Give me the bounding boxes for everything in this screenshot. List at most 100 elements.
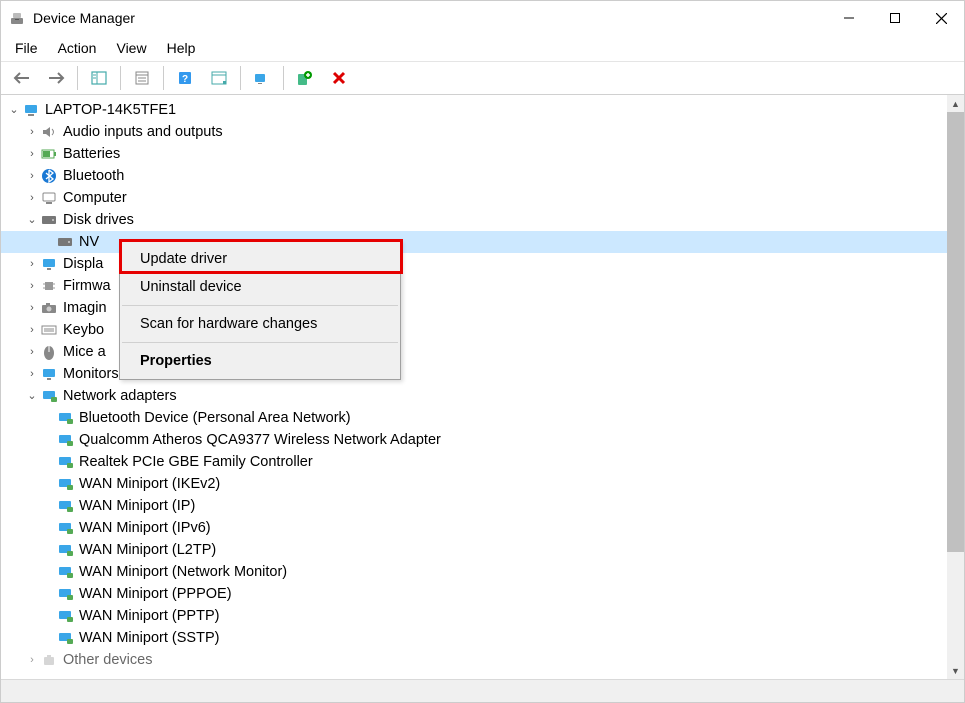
add-legacy-hardware-button[interactable] [290,63,320,93]
disk-icon [41,212,57,228]
expand-icon[interactable]: › [25,653,39,667]
camera-icon [41,300,57,316]
ctx-update-driver[interactable]: Update driver [120,245,400,273]
tree-label: Displa [63,253,103,275]
tree-label: Firmwa [63,275,111,297]
expand-icon[interactable]: › [25,301,39,315]
monitor-icon [41,366,57,382]
tree-label: LAPTOP-14K5TFE1 [45,99,176,121]
tree-label: NV [79,231,99,253]
close-button[interactable] [918,1,964,35]
ctx-separator [122,342,398,343]
network-adapter-item[interactable]: WAN Miniport (L2TP) [1,539,947,561]
expand-icon[interactable]: › [25,125,39,139]
tree-label: Computer [63,187,127,209]
network-adapter-item[interactable]: WAN Miniport (IPv6) [1,517,947,539]
tree-label: Batteries [63,143,120,165]
properties-button[interactable] [127,63,157,93]
ctx-uninstall-device[interactable]: Uninstall device [120,273,400,301]
category-disk-drives[interactable]: ⌄ Disk drives [1,209,947,231]
scroll-thumb[interactable] [947,112,964,552]
network-adapter-icon [57,432,73,448]
menu-help[interactable]: Help [157,38,206,58]
maximize-button[interactable] [872,1,918,35]
network-adapter-item[interactable]: WAN Miniport (IP) [1,495,947,517]
other-devices-icon [41,652,57,668]
network-adapter-item[interactable]: WAN Miniport (PPTP) [1,605,947,627]
show-hide-console-tree-button[interactable] [84,63,114,93]
help-button[interactable]: ? [170,63,200,93]
keyboard-icon [41,322,57,338]
tree-root[interactable]: ⌄ LAPTOP-14K5TFE1 [1,99,947,121]
menu-file[interactable]: File [5,38,48,58]
tree-label: Bluetooth [63,165,124,187]
scroll-up-button[interactable]: ▲ [947,95,964,112]
uninstall-device-button[interactable] [324,63,354,93]
tree-label: WAN Miniport (PPTP) [79,605,219,627]
computer-icon [41,190,57,206]
minimize-button[interactable] [826,1,872,35]
action-button[interactable] [204,63,234,93]
title-bar: Device Manager [1,1,964,35]
network-adapter-item[interactable]: WAN Miniport (PPPOE) [1,583,947,605]
battery-icon [41,146,57,162]
network-adapter-item[interactable]: WAN Miniport (Network Monitor) [1,561,947,583]
expand-icon[interactable]: › [25,367,39,381]
back-button[interactable] [7,63,37,93]
audio-icon [41,124,57,140]
category-computer[interactable]: › Computer [1,187,947,209]
network-adapter-item[interactable]: Bluetooth Device (Personal Area Network) [1,407,947,429]
computer-icon [23,102,39,118]
menu-action[interactable]: Action [48,38,107,58]
collapse-icon[interactable]: ⌄ [7,103,21,117]
device-tree[interactable]: ⌄ LAPTOP-14K5TFE1 › Audio inputs and out… [1,95,947,679]
network-adapter-item[interactable]: WAN Miniport (IKEv2) [1,473,947,495]
tree-label: WAN Miniport (Network Monitor) [79,561,287,583]
category-audio[interactable]: › Audio inputs and outputs [1,121,947,143]
network-adapter-icon [57,564,73,580]
ctx-scan-hardware[interactable]: Scan for hardware changes [120,310,400,338]
bluetooth-icon [41,168,57,184]
category-bluetooth[interactable]: › Bluetooth [1,165,947,187]
category-batteries[interactable]: › Batteries [1,143,947,165]
vertical-scrollbar[interactable]: ▲ ▼ [947,95,964,679]
expand-icon[interactable]: › [25,191,39,205]
menu-view[interactable]: View [106,38,156,58]
expand-icon[interactable]: › [25,169,39,183]
network-adapter-icon [57,476,73,492]
expand-icon[interactable]: › [25,345,39,359]
tree-label: Realtek PCIe GBE Family Controller [79,451,313,473]
collapse-icon[interactable]: ⌄ [25,389,39,403]
network-adapter-item[interactable]: WAN Miniport (SSTP) [1,627,947,649]
toolbar: ? [1,62,964,95]
tree-label: WAN Miniport (L2TP) [79,539,216,561]
network-adapter-item[interactable]: Qualcomm Atheros QCA9377 Wireless Networ… [1,429,947,451]
tree-label: WAN Miniport (IKEv2) [79,473,220,495]
disk-icon [57,234,73,250]
expand-icon[interactable]: › [25,323,39,337]
tree-label: Keybo [63,319,104,341]
window-title: Device Manager [33,10,135,26]
collapse-icon[interactable]: ⌄ [25,213,39,227]
tree-label: Other devices [63,649,152,671]
ctx-properties[interactable]: Properties [120,347,400,375]
category-network-adapters[interactable]: ⌄ Network adapters [1,385,947,407]
tree-label: WAN Miniport (SSTP) [79,627,219,649]
tree-label: Mice a [63,341,106,363]
network-adapter-icon [57,542,73,558]
expand-icon[interactable]: › [25,279,39,293]
tree-label: Disk drives [63,209,134,231]
context-menu: Update driver Uninstall device Scan for … [119,240,401,380]
scroll-down-button[interactable]: ▼ [947,662,964,679]
tree-label: Imagin [63,297,107,319]
network-adapter-icon [57,410,73,426]
scan-hardware-button[interactable] [247,63,277,93]
tree-label: Network adapters [63,385,177,407]
category-other-devices[interactable]: › Other devices [1,649,947,671]
client-area: ⌄ LAPTOP-14K5TFE1 › Audio inputs and out… [1,95,964,679]
expand-icon[interactable]: › [25,257,39,271]
tree-label: Audio inputs and outputs [63,121,223,143]
forward-button[interactable] [41,63,71,93]
network-adapter-item[interactable]: Realtek PCIe GBE Family Controller [1,451,947,473]
expand-icon[interactable]: › [25,147,39,161]
